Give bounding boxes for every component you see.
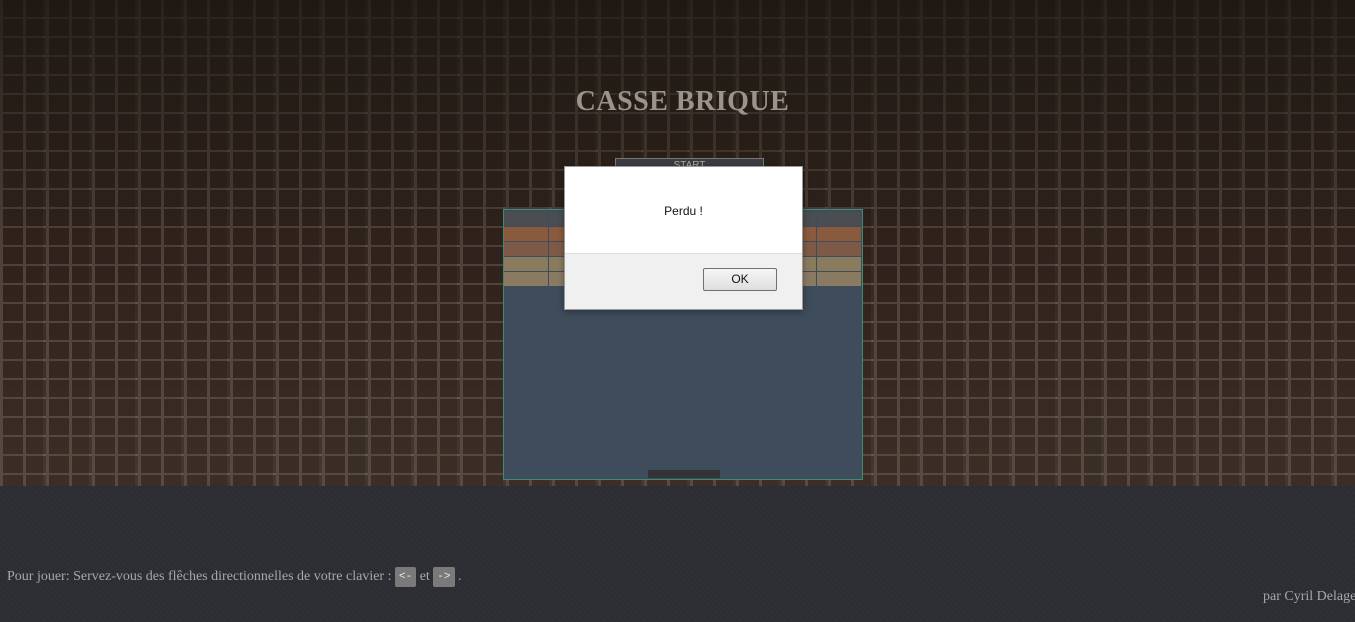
- instructions: Pour jouer: Servez-vous des flêches dire…: [7, 567, 462, 587]
- paddle: [648, 470, 720, 478]
- brick: [504, 227, 549, 241]
- brick: [504, 272, 549, 286]
- brick: [817, 227, 862, 241]
- instructions-text: Pour jouer: Servez-vous des flêches dire…: [7, 569, 392, 585]
- brick: [817, 272, 862, 286]
- dialog-body: Perdu !: [565, 167, 802, 254]
- brick: [817, 257, 862, 271]
- ok-button[interactable]: OK: [703, 268, 777, 291]
- brick: [817, 242, 862, 256]
- footer-area: [0, 486, 1355, 622]
- dialog-message: Perdu !: [664, 204, 703, 218]
- page-title: CASSE BRIQUE: [575, 86, 790, 117]
- brick: [504, 212, 549, 226]
- brick: [817, 212, 862, 226]
- instructions-conjunction: et: [419, 569, 430, 585]
- right-arrow-key: ->: [433, 567, 455, 587]
- left-arrow-key: <-: [394, 567, 417, 587]
- instructions-end: .: [458, 569, 462, 585]
- brick: [504, 242, 549, 256]
- brick: [504, 257, 549, 271]
- author-credit: par Cyril Delage: [1263, 589, 1355, 604]
- alert-dialog: Perdu ! OK: [564, 166, 803, 310]
